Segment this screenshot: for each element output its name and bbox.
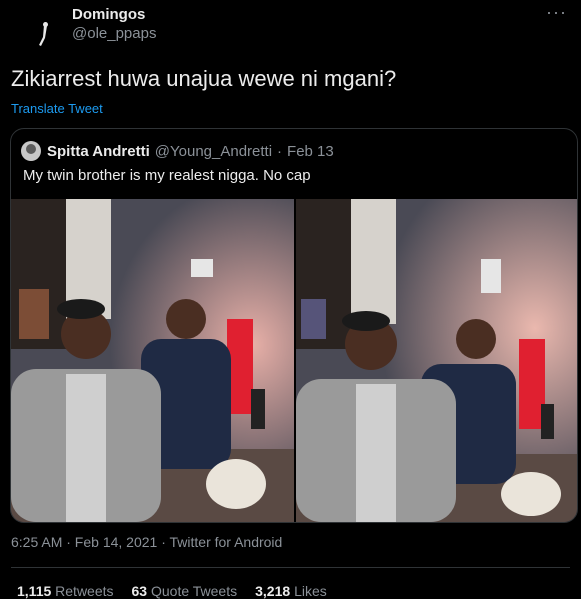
more-options-icon[interactable]: ··· [546, 2, 567, 23]
quoted-separator: · [277, 142, 283, 160]
retweets-stat[interactable]: 1,115 Retweets [17, 583, 114, 599]
quote-tweets-stat[interactable]: 63 Quote Tweets [132, 583, 238, 599]
quoted-photo-right[interactable] [296, 199, 577, 522]
likes-label: Likes [294, 583, 327, 599]
likes-count: 3,218 [255, 583, 291, 599]
quoted-author-name: Spitta Andretti [47, 142, 150, 160]
likes-stat[interactable]: 3,218 Likes [255, 583, 327, 599]
tweet-text: Zikiarrest huwa unajua wewe ni mgani? [11, 66, 397, 91]
author-display-name[interactable]: Domingos [72, 6, 156, 24]
quoted-date: Feb 13 [287, 142, 334, 160]
quoted-author-avatar [21, 141, 41, 161]
quote-tweets-count: 63 [131, 583, 148, 599]
tweet-author[interactable]: Domingos @ole_ppaps [30, 6, 156, 50]
author-handle[interactable]: @ole_ppaps [72, 24, 156, 44]
retweets-count: 1,115 [17, 583, 52, 599]
quoted-tweet[interactable]: Spitta Andretti @Young_Andretti · Feb 13… [10, 128, 578, 523]
quote-tweets-label: Quote Tweets [150, 583, 238, 599]
tweet-timestamp[interactable]: 6:25 AM · Feb 14, 2021 · Twitter for And… [11, 534, 282, 550]
divider [11, 567, 570, 568]
quoted-text: My twin brother is my realest nigga. No … [23, 167, 311, 184]
avatar-figure-icon [39, 22, 48, 46]
retweets-label: Retweets [55, 583, 114, 599]
author-avatar[interactable] [30, 20, 60, 50]
translate-tweet-link[interactable]: Translate Tweet [11, 101, 103, 116]
engagement-stats: 1,115 Retweets 63 Quote Tweets 3,218 Lik… [17, 583, 345, 599]
quoted-author-handle: @Young_Andretti [154, 142, 273, 160]
quoted-photo-left[interactable] [11, 199, 294, 522]
